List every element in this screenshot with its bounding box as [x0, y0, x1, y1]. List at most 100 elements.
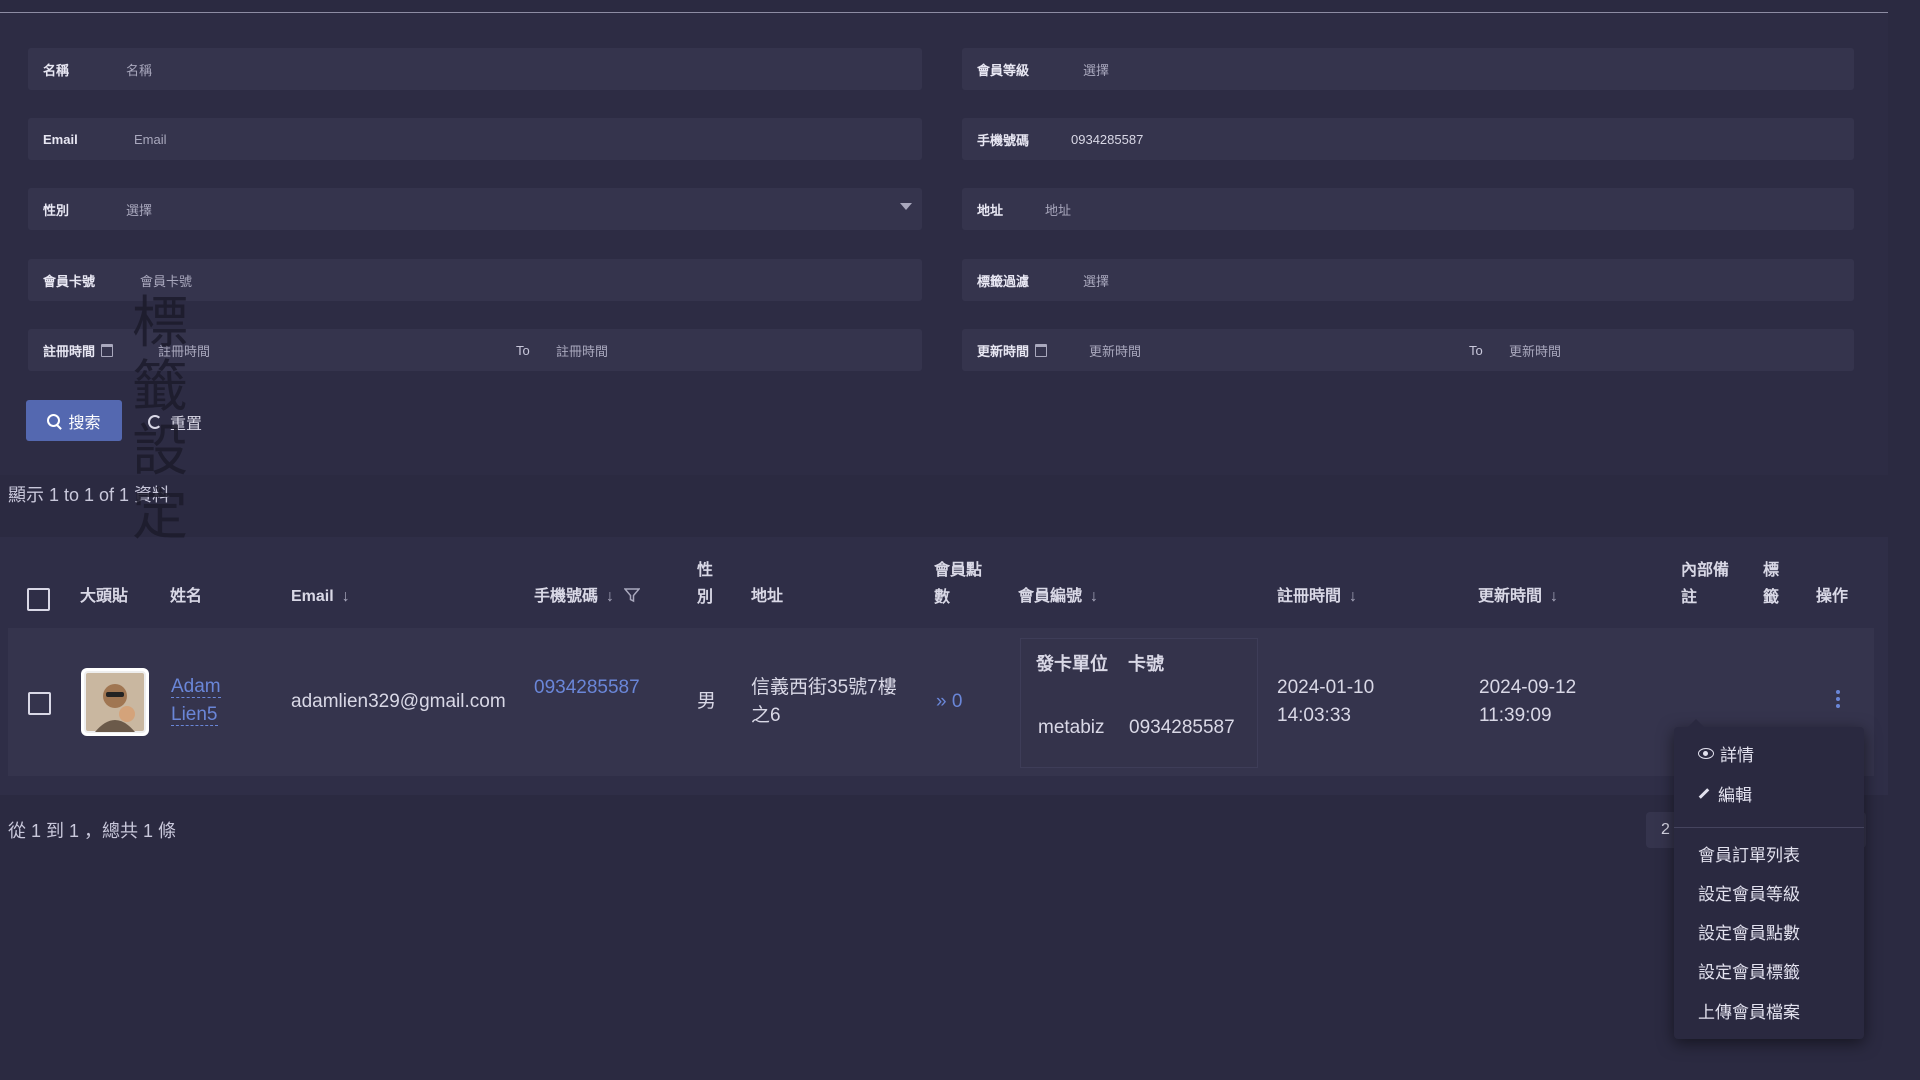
- member-gender: 男: [697, 691, 717, 712]
- reg-clock: 14:03:33: [1277, 705, 1351, 726]
- chevron-down-icon[interactable]: [900, 203, 912, 210]
- points-link[interactable]: » 0: [936, 688, 962, 716]
- reg-time-from[interactable]: 註冊時間: [158, 341, 516, 360]
- address-field[interactable]: 地址 地址: [962, 188, 1854, 230]
- gender-field[interactable]: 性別 選擇: [28, 188, 922, 230]
- row-action-menu: 詳情 編輯 會員訂單列表 設定會員等級 設定會員點數 設定會員標籤 上傳會員檔案: [1674, 719, 1864, 1039]
- col-avatar: 大頭貼: [80, 588, 129, 605]
- reg-time: 2024-01-10 14:03:33: [1277, 674, 1374, 730]
- level-label: 會員等級: [977, 62, 1030, 78]
- eye-icon: [1698, 748, 1714, 759]
- menu-item-edit[interactable]: 編輯: [1698, 781, 1752, 806]
- sort-icon[interactable]: ↓: [342, 583, 350, 610]
- upd-time: 2024-09-12 11:39:09: [1479, 674, 1576, 730]
- email-input[interactable]: Email: [134, 132, 167, 147]
- col-member-no[interactable]: 會員編號 ↓: [1018, 583, 1098, 610]
- calendar-icon: [101, 343, 114, 357]
- phone-input[interactable]: 0934285587: [1071, 132, 1143, 147]
- avatar: [81, 668, 149, 736]
- edit-icon: [1698, 788, 1710, 799]
- reg-date: 2024-01-10: [1277, 677, 1375, 698]
- menu-divider: [1674, 827, 1864, 828]
- search-icon: [47, 414, 61, 427]
- address-input[interactable]: 地址: [1045, 200, 1071, 219]
- tag-select[interactable]: 選擇: [1083, 271, 1109, 290]
- card-input[interactable]: 會員卡號: [140, 271, 192, 290]
- address-label: 地址: [977, 202, 1004, 218]
- menu-item-details-label: 詳情: [1720, 746, 1754, 765]
- filter-icon[interactable]: [623, 587, 642, 603]
- sort-icon[interactable]: ↓: [1349, 583, 1357, 610]
- member-name-link[interactable]: Adam Lien5: [171, 673, 271, 729]
- upd-date: 2024-09-12: [1479, 677, 1577, 698]
- calendar-icon: [1035, 343, 1048, 357]
- name-field[interactable]: 名稱 名稱: [28, 48, 922, 90]
- reg-time-label-text: 註冊時間: [43, 343, 96, 359]
- col-upd-time[interactable]: 更新時間 ↓: [1478, 583, 1558, 610]
- card-label: 會員卡號: [43, 273, 96, 289]
- gender-select[interactable]: 選擇: [126, 200, 152, 219]
- pagination-summary: 從 1 到 1 ，總共 1 條: [8, 821, 177, 841]
- level-field[interactable]: 會員等級 選擇: [962, 48, 1854, 90]
- phone-label: 手機號碼: [977, 132, 1030, 148]
- col-ops: 操作: [1816, 588, 1849, 605]
- menu-item-set-level[interactable]: 設定會員等級: [1698, 880, 1800, 905]
- reg-time-to-label: To: [516, 342, 530, 358]
- select-all-checkbox[interactable]: [27, 588, 50, 611]
- phone-field[interactable]: 手機號碼 0934285587: [962, 118, 1854, 160]
- card-number: 0934285587: [1129, 717, 1235, 738]
- col-points: 會員點數: [934, 562, 983, 606]
- name-label: 名稱: [43, 62, 70, 78]
- col-address: 地址: [751, 588, 784, 605]
- upd-time-field[interactable]: 更新時間 更新時間 To 更新時間: [962, 329, 1854, 371]
- upd-time-label-text: 更新時間: [977, 343, 1030, 359]
- upd-clock: 11:39:09: [1479, 705, 1552, 726]
- menu-item-set-points[interactable]: 設定會員點數: [1698, 919, 1800, 944]
- sort-icon[interactable]: ↓: [606, 583, 614, 610]
- points-value: 0: [951, 691, 963, 712]
- menu-item-set-tags[interactable]: 設定會員標籤: [1698, 958, 1800, 983]
- upd-time-from[interactable]: 更新時間: [1089, 341, 1469, 360]
- gender-label: 性別: [43, 202, 70, 218]
- col-email[interactable]: Email ↓: [291, 583, 350, 610]
- search-button[interactable]: 搜索: [26, 400, 122, 441]
- menu-item-orders[interactable]: 會員訂單列表: [1698, 841, 1800, 866]
- col-gender: 性別: [697, 562, 714, 606]
- menu-item-upload-file[interactable]: 上傳會員檔案: [1698, 998, 1800, 1023]
- overlay-caption: 標籤設定: [132, 291, 188, 548]
- member-address: 信義西街35號7樓之6: [751, 677, 897, 726]
- sort-icon[interactable]: ↓: [1550, 583, 1558, 610]
- upd-time-to[interactable]: 更新時間: [1509, 341, 1561, 360]
- col-email-label: Email: [291, 588, 334, 605]
- double-chevron-icon: »: [936, 691, 947, 712]
- upd-time-label: 更新時間: [962, 341, 1089, 360]
- tag-label: 標籤過濾: [977, 273, 1030, 289]
- member-phone-link[interactable]: 0934285587: [534, 674, 640, 702]
- col-name: 姓名: [170, 588, 203, 605]
- tag-field[interactable]: 標籤過濾 選擇: [962, 259, 1854, 301]
- more-actions-icon[interactable]: [1836, 690, 1840, 711]
- member-name[interactable]: Adam Lien5: [171, 676, 221, 726]
- level-select[interactable]: 選擇: [1083, 60, 1109, 79]
- email-field[interactable]: Email Email: [28, 118, 922, 160]
- member-email: adamlien329@gmail.com: [291, 691, 506, 712]
- col-tags: 標籤: [1763, 562, 1780, 606]
- card-col-issuer: 發卡單位: [1036, 654, 1108, 674]
- col-phone-label: 手機號碼: [534, 588, 599, 605]
- menu-item-details[interactable]: 詳情: [1698, 741, 1754, 766]
- name-input[interactable]: 名稱: [126, 60, 152, 79]
- reg-time-to[interactable]: 註冊時間: [556, 341, 608, 360]
- col-reg-time[interactable]: 註冊時間 ↓: [1277, 583, 1357, 610]
- upd-time-to-label: To: [1469, 342, 1483, 358]
- search-button-label: 搜索: [68, 414, 101, 432]
- card-col-number: 卡號: [1128, 654, 1164, 674]
- row-checkbox[interactable]: [28, 692, 51, 715]
- col-upd-time-label: 更新時間: [1478, 588, 1543, 605]
- menu-item-edit-label: 編輯: [1718, 786, 1752, 805]
- col-reg-time-label: 註冊時間: [1277, 588, 1342, 605]
- pager-page[interactable]: 2: [1661, 821, 1670, 839]
- col-note: 內部備註: [1681, 562, 1730, 606]
- col-phone[interactable]: 手機號碼 ↓: [534, 583, 642, 610]
- sort-icon[interactable]: ↓: [1090, 583, 1098, 610]
- card-issuer: metabiz: [1038, 717, 1105, 738]
